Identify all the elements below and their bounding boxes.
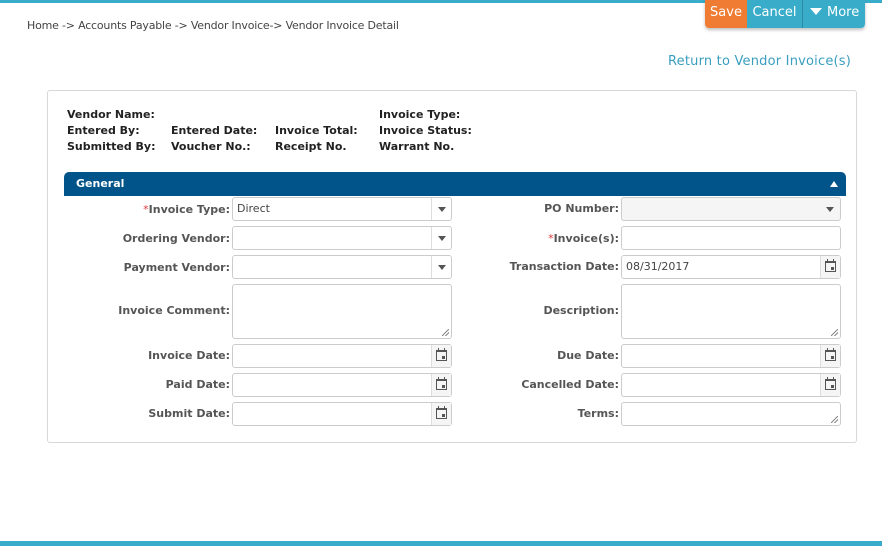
po-number-select[interactable] (621, 197, 841, 221)
calendar-button[interactable] (820, 256, 840, 278)
due-date-input[interactable] (621, 344, 841, 368)
resize-grip-icon[interactable] (442, 329, 449, 336)
resize-grip-icon[interactable] (831, 416, 838, 423)
invoices-input[interactable] (621, 226, 841, 250)
general-section-header[interactable]: General (64, 172, 846, 196)
invoice-type-value: Direct (237, 202, 270, 215)
paid-date-label: Paid Date: (165, 378, 230, 391)
invoice-type-select[interactable]: Direct (232, 197, 452, 221)
invoice-date-input[interactable] (232, 344, 452, 368)
calendar-icon (825, 259, 836, 272)
transaction-date-label: Transaction Date: (509, 260, 619, 273)
cancel-button[interactable]: Cancel (747, 0, 803, 28)
invoice-comment-textarea[interactable] (232, 284, 452, 339)
submitted-by-label: Submitted By: (67, 140, 156, 153)
invoice-type-label-text: Invoice Type: (148, 203, 230, 216)
chevron-down-icon[interactable] (820, 198, 840, 220)
paid-date-input[interactable] (232, 373, 452, 397)
bottom-accent-bar (0, 541, 882, 546)
caret-down-icon (810, 8, 822, 15)
invoice-type-summary-label: Invoice Type: (379, 108, 461, 121)
receipt-no-label: Receipt No. (275, 140, 347, 153)
terms-label: Terms: (577, 407, 619, 420)
invoice-status-label: Invoice Status: (379, 124, 472, 137)
section-title: General (76, 177, 125, 190)
calendar-button[interactable] (820, 345, 840, 367)
calendar-icon (436, 348, 447, 361)
calendar-icon (436, 377, 447, 390)
transaction-date-input[interactable]: 08/31/2017 (621, 255, 841, 279)
calendar-icon (825, 348, 836, 361)
calendar-icon (825, 377, 836, 390)
calendar-button[interactable] (820, 374, 840, 396)
save-button[interactable]: Save (705, 0, 747, 28)
description-label: Description: (543, 304, 619, 317)
entered-by-label: Entered By: (67, 124, 140, 137)
invoice-total-label: Invoice Total: (275, 124, 358, 137)
warrant-no-label: Warrant No. (379, 140, 455, 153)
payment-vendor-label: Payment Vendor: (123, 261, 230, 274)
invoices-label-text: Invoice(s): (553, 232, 619, 245)
invoices-label: *Invoice(s): (448, 232, 619, 245)
cancelled-date-label: Cancelled Date: (521, 378, 619, 391)
collapse-icon[interactable] (830, 181, 838, 187)
ordering-vendor-label: Ordering Vendor: (122, 232, 230, 245)
invoice-comment-label: Invoice Comment: (118, 304, 230, 317)
submit-date-input[interactable] (232, 402, 452, 426)
resize-grip-icon[interactable] (831, 329, 838, 336)
payment-vendor-select[interactable] (232, 255, 452, 279)
return-to-vendor-invoices-link[interactable]: Return to Vendor Invoice(s) (668, 54, 851, 69)
action-toolbar: Save Cancel More (705, 0, 865, 28)
vendor-name-label: Vendor Name: (67, 108, 155, 121)
ordering-vendor-select[interactable] (232, 226, 452, 250)
submit-date-label: Submit Date: (148, 407, 230, 420)
transaction-date-value: 08/31/2017 (626, 260, 690, 273)
breadcrumb: Home -> Accounts Payable -> Vendor Invoi… (27, 19, 399, 32)
terms-textarea[interactable] (621, 402, 841, 426)
calendar-icon (436, 406, 447, 419)
invoice-detail-panel: Vendor Name: Invoice Type: Entered By: E… (47, 90, 857, 443)
po-number-label: PO Number: (544, 202, 619, 215)
entered-date-label: Entered Date: (171, 124, 258, 137)
more-label: More (827, 5, 860, 20)
voucher-no-label: Voucher No.: (171, 140, 251, 153)
invoice-date-label: Invoice Date: (148, 349, 230, 362)
cancelled-date-input[interactable] (621, 373, 841, 397)
due-date-label: Due Date: (557, 349, 619, 362)
description-textarea[interactable] (621, 284, 841, 339)
more-button[interactable]: More (803, 0, 865, 28)
invoice-type-label: *Invoice Type: (48, 203, 230, 216)
